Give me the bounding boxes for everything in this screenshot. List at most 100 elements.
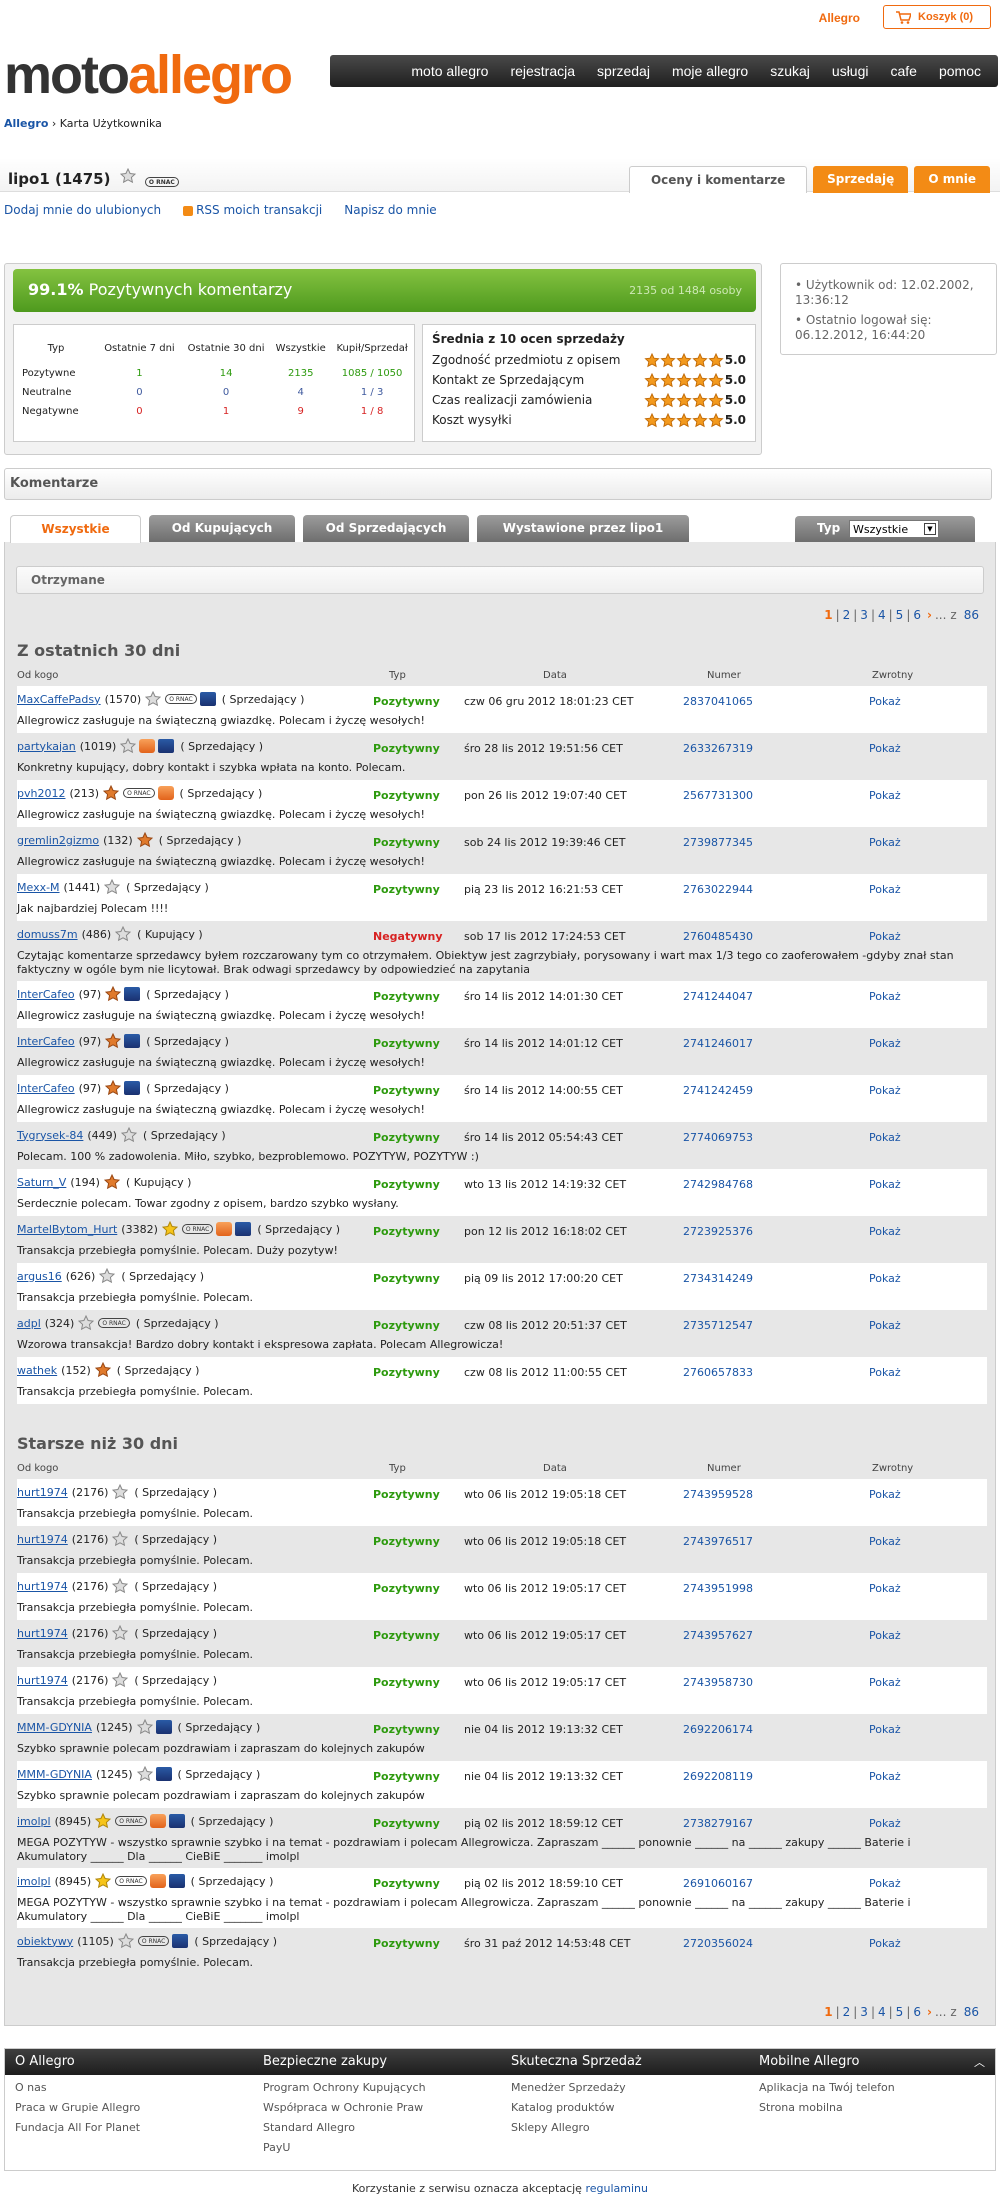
auction-number-link[interactable]: 2837041065 (683, 695, 753, 708)
footer-link[interactable]: Praca w Grupie Allegro (15, 2095, 140, 2115)
moto-allegro-logo[interactable]: motoallegro (4, 45, 293, 105)
auction-number-link[interactable]: 2760657833 (683, 1366, 753, 1379)
show-reply-link[interactable]: Pokaż (869, 883, 901, 896)
show-reply-link[interactable]: Pokaż (869, 1037, 901, 1050)
pager-last-link[interactable]: 86 (964, 2005, 979, 2019)
comment-user-link[interactable]: hurt1974 (17, 1533, 68, 1546)
footer-link[interactable]: Sklepy Allegro (511, 2115, 642, 2135)
cart-button[interactable]: Koszyk (0) (883, 5, 991, 29)
show-reply-link[interactable]: Pokaż (869, 1178, 901, 1191)
show-reply-link[interactable]: Pokaż (869, 990, 901, 1003)
show-reply-link[interactable]: Pokaż (869, 742, 901, 755)
pager-page-link[interactable]: 6 (913, 608, 921, 622)
next-arrow-icon[interactable]: › (927, 608, 932, 622)
nav-rejestracja[interactable]: rejestracja (499, 63, 586, 79)
tab-o-mnie[interactable]: O mnie (914, 166, 990, 193)
show-reply-link[interactable]: Pokaż (869, 836, 901, 849)
terms-link[interactable]: regulaminu (585, 2182, 648, 2195)
show-reply-link[interactable]: Pokaż (869, 1582, 901, 1595)
tab-wystawione[interactable]: Wystawione przez lipo1 (477, 515, 689, 542)
auction-number-link[interactable]: 2743957627 (683, 1629, 753, 1642)
show-reply-link[interactable]: Pokaż (869, 1535, 901, 1548)
tab-wszystkie[interactable]: Wszystkie (10, 515, 141, 543)
pager-page-link[interactable]: 5 (896, 608, 904, 622)
pager-page-link[interactable]: 2 (843, 608, 851, 622)
tab-od-sprzedajacych[interactable]: Od Sprzedających (303, 515, 469, 542)
write-to-me-link[interactable]: Napisz do mnie (344, 203, 436, 217)
nav-szukaj[interactable]: szukaj (759, 63, 821, 79)
auction-number-link[interactable]: 2691060167 (683, 1877, 753, 1890)
comment-user-link[interactable]: Tygrysek-84 (17, 1129, 83, 1142)
pager-page-link[interactable]: 5 (896, 2005, 904, 2019)
nav-pomoc[interactable]: pomoc (928, 63, 992, 79)
allegro-home-link[interactable]: Allegro (819, 11, 860, 25)
comment-user-link[interactable]: MaxCaffePadsy (17, 693, 101, 706)
auction-number-link[interactable]: 2739877345 (683, 836, 753, 849)
comment-user-link[interactable]: domuss7m (17, 928, 78, 941)
next-arrow-icon[interactable]: › (927, 2005, 932, 2019)
auction-number-link[interactable]: 2723925376 (683, 1225, 753, 1238)
add-favorite-link[interactable]: Dodaj mnie do ulubionych (4, 203, 161, 217)
show-reply-link[interactable]: Pokaż (869, 1488, 901, 1501)
nav-moto-allegro[interactable]: moto allegro (400, 63, 499, 79)
auction-number-link[interactable]: 2720356024 (683, 1937, 753, 1950)
comment-user-link[interactable]: InterCafeo (17, 988, 75, 1001)
comment-user-link[interactable]: hurt1974 (17, 1580, 68, 1593)
show-reply-link[interactable]: Pokaż (869, 1225, 901, 1238)
comment-user-link[interactable]: Saturn_V (17, 1176, 66, 1189)
nav-cafe[interactable]: cafe (880, 63, 928, 79)
auction-number-link[interactable]: 2743959528 (683, 1488, 753, 1501)
breadcrumb-home[interactable]: Allegro (4, 117, 48, 130)
rss-link[interactable]: RSS moich transakcji (196, 203, 322, 217)
pager-page-link[interactable]: 2 (843, 2005, 851, 2019)
pager-page-link[interactable]: 6 (913, 2005, 921, 2019)
comment-user-link[interactable]: hurt1974 (17, 1486, 68, 1499)
comment-user-link[interactable]: InterCafeo (17, 1035, 75, 1048)
nav-uslugi[interactable]: usługi (821, 63, 880, 79)
show-reply-link[interactable]: Pokaż (869, 1723, 901, 1736)
comment-user-link[interactable]: imolpl (17, 1815, 51, 1828)
auction-number-link[interactable]: 2741242459 (683, 1084, 753, 1097)
comment-user-link[interactable]: hurt1974 (17, 1627, 68, 1640)
footer-link[interactable]: Fundacja All For Planet (15, 2115, 140, 2135)
comment-user-link[interactable]: argus16 (17, 1270, 62, 1283)
footer-link[interactable]: Program Ochrony Kupujących (263, 2075, 426, 2095)
show-reply-link[interactable]: Pokaż (869, 1770, 901, 1783)
auction-number-link[interactable]: 2692206174 (683, 1723, 753, 1736)
show-reply-link[interactable]: Pokaż (869, 1084, 901, 1097)
comment-user-link[interactable]: imolpl (17, 1875, 51, 1888)
nav-sprzedaj[interactable]: sprzedaj (586, 63, 661, 79)
comment-user-link[interactable]: adpl (17, 1317, 41, 1330)
comment-user-link[interactable]: MartelBytom_Hurt (17, 1223, 117, 1236)
auction-number-link[interactable]: 2743958730 (683, 1676, 753, 1689)
auction-number-link[interactable]: 2633267319 (683, 742, 753, 755)
auction-number-link[interactable]: 2743976517 (683, 1535, 753, 1548)
footer-link[interactable]: Aplikacja na Twój telefon (759, 2075, 895, 2095)
pager-page-link[interactable]: 3 (860, 2005, 868, 2019)
auction-number-link[interactable]: 2741244047 (683, 990, 753, 1003)
footer-link[interactable]: Katalog produktów (511, 2095, 642, 2115)
comment-user-link[interactable]: gremlin2gizmo (17, 834, 99, 847)
comment-user-link[interactable]: wathek (17, 1364, 57, 1377)
show-reply-link[interactable]: Pokaż (869, 1366, 901, 1379)
show-reply-link[interactable]: Pokaż (869, 1877, 901, 1890)
footer-link[interactable]: PayU (263, 2135, 426, 2155)
comment-user-link[interactable]: hurt1974 (17, 1674, 68, 1687)
auction-number-link[interactable]: 2774069753 (683, 1131, 753, 1144)
show-reply-link[interactable]: Pokaż (869, 1272, 901, 1285)
show-reply-link[interactable]: Pokaż (869, 1131, 901, 1144)
type-select[interactable]: Wszystkie ▼ (849, 520, 939, 538)
comment-user-link[interactable]: Mexx-M (17, 881, 60, 894)
tab-od-kupujacych[interactable]: Od Kupujących (149, 515, 295, 542)
auction-number-link[interactable]: 2763022944 (683, 883, 753, 896)
auction-number-link[interactable]: 2760485430 (683, 930, 753, 943)
auction-number-link[interactable]: 2741246017 (683, 1037, 753, 1050)
comment-user-link[interactable]: pvh2012 (17, 787, 65, 800)
footer-link[interactable]: Standard Allegro (263, 2115, 426, 2135)
tab-oceny[interactable]: Oceny i komentarze (629, 166, 808, 193)
auction-number-link[interactable]: 2735712547 (683, 1319, 753, 1332)
footer-link[interactable]: Współpraca w Ochronie Praw (263, 2095, 426, 2115)
show-reply-link[interactable]: Pokaż (869, 695, 901, 708)
show-reply-link[interactable]: Pokaż (869, 1319, 901, 1332)
comment-user-link[interactable]: partykajan (17, 740, 76, 753)
